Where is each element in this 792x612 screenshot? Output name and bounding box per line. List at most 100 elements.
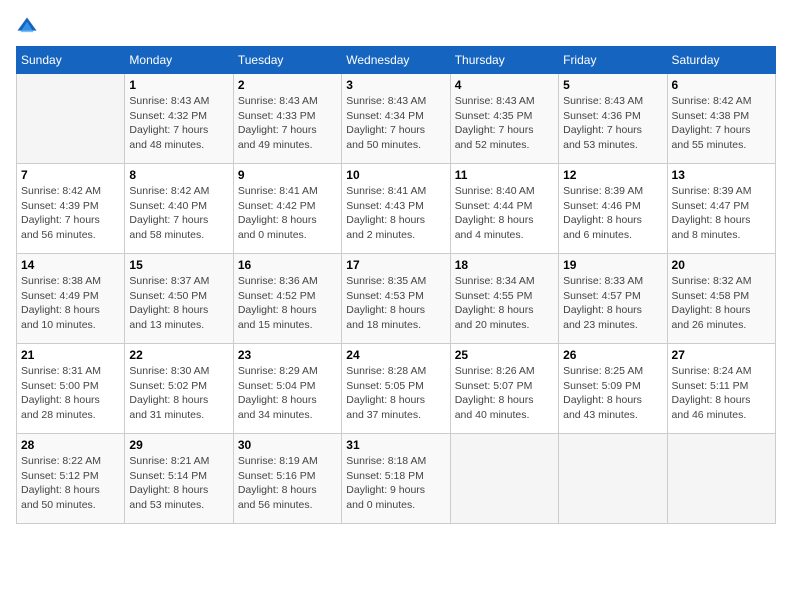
day-info: Sunrise: 8:33 AMSunset: 4:57 PMDaylight:… [563, 274, 662, 333]
calendar-cell: 18 Sunrise: 8:34 AMSunset: 4:55 PMDayligh… [450, 254, 558, 344]
calendar-cell: 7Sunrise: 8:42 AMSunset: 4:39 PMDaylight… [17, 164, 125, 254]
day-number: 20 [672, 258, 771, 272]
day-info: Sunrise: 8:43 AMSunset: 4:35 PMDaylight:… [455, 94, 554, 153]
calendar-cell: 31 Sunrise: 8:18 AMSunset: 5:18 PMDayligh… [342, 434, 450, 524]
calendar-week-row: 14 Sunrise: 8:38 AMSunset: 4:49 PMDayligh… [17, 254, 776, 344]
day-info: Sunrise: 8:42 AMSunset: 4:38 PMDaylight:… [672, 94, 771, 153]
calendar-week-row: 28 Sunrise: 8:22 AMSunset: 5:12 PMDayligh… [17, 434, 776, 524]
calendar-cell: 17 Sunrise: 8:35 AMSunset: 4:53 PMDayligh… [342, 254, 450, 344]
calendar-cell: 26 Sunrise: 8:25 AMSunset: 5:09 PMDayligh… [559, 344, 667, 434]
calendar-week-row: 1Sunrise: 8:43 AMSunset: 4:32 PMDaylight… [17, 74, 776, 164]
calendar-cell: 14 Sunrise: 8:38 AMSunset: 4:49 PMDayligh… [17, 254, 125, 344]
day-number: 19 [563, 258, 662, 272]
day-number: 31 [346, 438, 445, 452]
day-info: Sunrise: 8:39 AMSunset: 4:46 PMDaylight:… [563, 184, 662, 243]
day-header-friday: Friday [559, 47, 667, 74]
calendar-cell [667, 434, 775, 524]
calendar-cell [17, 74, 125, 164]
day-number: 16 [238, 258, 337, 272]
calendar-cell: 9Sunrise: 8:41 AMSunset: 4:42 PMDaylight… [233, 164, 341, 254]
day-number: 2 [238, 78, 337, 92]
day-header-sunday: Sunday [17, 47, 125, 74]
day-header-wednesday: Wednesday [342, 47, 450, 74]
day-info: Sunrise: 8:37 AMSunset: 4:50 PMDaylight:… [129, 274, 228, 333]
calendar-cell: 5 Sunrise: 8:43 AMSunset: 4:36 PMDaylight… [559, 74, 667, 164]
calendar-table: SundayMondayTuesdayWednesdayThursdayFrid… [16, 46, 776, 524]
day-number: 29 [129, 438, 228, 452]
day-number: 24 [346, 348, 445, 362]
calendar-week-row: 7Sunrise: 8:42 AMSunset: 4:39 PMDaylight… [17, 164, 776, 254]
day-number: 28 [21, 438, 120, 452]
day-number: 3 [346, 78, 445, 92]
day-info: Sunrise: 8:31 AMSunset: 5:00 PMDaylight:… [21, 364, 120, 423]
calendar-week-row: 21 Sunrise: 8:31 AMSunset: 5:00 PMDayligh… [17, 344, 776, 434]
day-info: Sunrise: 8:36 AMSunset: 4:52 PMDaylight:… [238, 274, 337, 333]
calendar-cell: 13 Sunrise: 8:39 AMSunset: 4:47 PMDayligh… [667, 164, 775, 254]
calendar-cell: 8 Sunrise: 8:42 AMSunset: 4:40 PMDaylight… [125, 164, 233, 254]
day-number: 18 [455, 258, 554, 272]
calendar-cell: 24 Sunrise: 8:28 AMSunset: 5:05 PMDayligh… [342, 344, 450, 434]
calendar-cell: 30Sunrise: 8:19 AMSunset: 5:16 PMDayligh… [233, 434, 341, 524]
day-info: Sunrise: 8:26 AMSunset: 5:07 PMDaylight:… [455, 364, 554, 423]
calendar-cell: 6 Sunrise: 8:42 AMSunset: 4:38 PMDaylight… [667, 74, 775, 164]
calendar-cell: 27 Sunrise: 8:24 AMSunset: 5:11 PMDayligh… [667, 344, 775, 434]
day-number: 23 [238, 348, 337, 362]
day-number: 15 [129, 258, 228, 272]
day-info: Sunrise: 8:22 AMSunset: 5:12 PMDaylight:… [21, 454, 120, 513]
calendar-cell: 19 Sunrise: 8:33 AMSunset: 4:57 PMDayligh… [559, 254, 667, 344]
logo [16, 16, 42, 38]
day-number: 8 [129, 168, 228, 182]
calendar-cell [450, 434, 558, 524]
calendar-cell: 28 Sunrise: 8:22 AMSunset: 5:12 PMDayligh… [17, 434, 125, 524]
day-info: Sunrise: 8:42 AMSunset: 4:39 PMDaylight:… [21, 184, 120, 243]
day-info: Sunrise: 8:29 AMSunset: 5:04 PMDaylight:… [238, 364, 337, 423]
day-info: Sunrise: 8:42 AMSunset: 4:40 PMDaylight:… [129, 184, 228, 243]
day-info: Sunrise: 8:35 AMSunset: 4:53 PMDaylight:… [346, 274, 445, 333]
day-number: 14 [21, 258, 120, 272]
calendar-cell: 10 Sunrise: 8:41 AMSunset: 4:43 PMDayligh… [342, 164, 450, 254]
day-header-thursday: Thursday [450, 47, 558, 74]
day-info: Sunrise: 8:30 AMSunset: 5:02 PMDaylight:… [129, 364, 228, 423]
calendar-cell: 23 Sunrise: 8:29 AMSunset: 5:04 PMDayligh… [233, 344, 341, 434]
calendar-cell: 2 Sunrise: 8:43 AMSunset: 4:33 PMDaylight… [233, 74, 341, 164]
calendar-cell: 1Sunrise: 8:43 AMSunset: 4:32 PMDaylight… [125, 74, 233, 164]
calendar-cell: 21 Sunrise: 8:31 AMSunset: 5:00 PMDayligh… [17, 344, 125, 434]
day-info: Sunrise: 8:38 AMSunset: 4:49 PMDaylight:… [21, 274, 120, 333]
day-number: 10 [346, 168, 445, 182]
day-info: Sunrise: 8:40 AMSunset: 4:44 PMDaylight:… [455, 184, 554, 243]
day-number: 30 [238, 438, 337, 452]
day-info: Sunrise: 8:24 AMSunset: 5:11 PMDaylight:… [672, 364, 771, 423]
day-info: Sunrise: 8:43 AMSunset: 4:34 PMDaylight:… [346, 94, 445, 153]
day-info: Sunrise: 8:25 AMSunset: 5:09 PMDaylight:… [563, 364, 662, 423]
day-number: 6 [672, 78, 771, 92]
day-number: 5 [563, 78, 662, 92]
calendar-cell: 15 Sunrise: 8:37 AMSunset: 4:50 PMDayligh… [125, 254, 233, 344]
day-header-monday: Monday [125, 47, 233, 74]
day-number: 21 [21, 348, 120, 362]
day-info: Sunrise: 8:39 AMSunset: 4:47 PMDaylight:… [672, 184, 771, 243]
day-number: 11 [455, 168, 554, 182]
day-info: Sunrise: 8:41 AMSunset: 4:42 PMDaylight:… [238, 184, 337, 243]
calendar-cell: 20 Sunrise: 8:32 AMSunset: 4:58 PMDayligh… [667, 254, 775, 344]
day-number: 27 [672, 348, 771, 362]
calendar-cell: 22 Sunrise: 8:30 AMSunset: 5:02 PMDayligh… [125, 344, 233, 434]
day-number: 25 [455, 348, 554, 362]
day-number: 13 [672, 168, 771, 182]
day-header-tuesday: Tuesday [233, 47, 341, 74]
day-info: Sunrise: 8:32 AMSunset: 4:58 PMDaylight:… [672, 274, 771, 333]
day-info: Sunrise: 8:34 AMSunset: 4:55 PMDaylight:… [455, 274, 554, 333]
calendar-cell: 29Sunrise: 8:21 AMSunset: 5:14 PMDayligh… [125, 434, 233, 524]
day-info: Sunrise: 8:43 AMSunset: 4:33 PMDaylight:… [238, 94, 337, 153]
day-info: Sunrise: 8:28 AMSunset: 5:05 PMDaylight:… [346, 364, 445, 423]
calendar-cell: 3 Sunrise: 8:43 AMSunset: 4:34 PMDaylight… [342, 74, 450, 164]
logo-icon [16, 16, 38, 38]
day-number: 26 [563, 348, 662, 362]
day-info: Sunrise: 8:43 AMSunset: 4:32 PMDaylight:… [129, 94, 228, 153]
day-info: Sunrise: 8:43 AMSunset: 4:36 PMDaylight:… [563, 94, 662, 153]
calendar-cell [559, 434, 667, 524]
day-info: Sunrise: 8:41 AMSunset: 4:43 PMDaylight:… [346, 184, 445, 243]
day-info: Sunrise: 8:18 AMSunset: 5:18 PMDaylight:… [346, 454, 445, 513]
day-number: 22 [129, 348, 228, 362]
day-number: 17 [346, 258, 445, 272]
page-header [16, 16, 776, 38]
